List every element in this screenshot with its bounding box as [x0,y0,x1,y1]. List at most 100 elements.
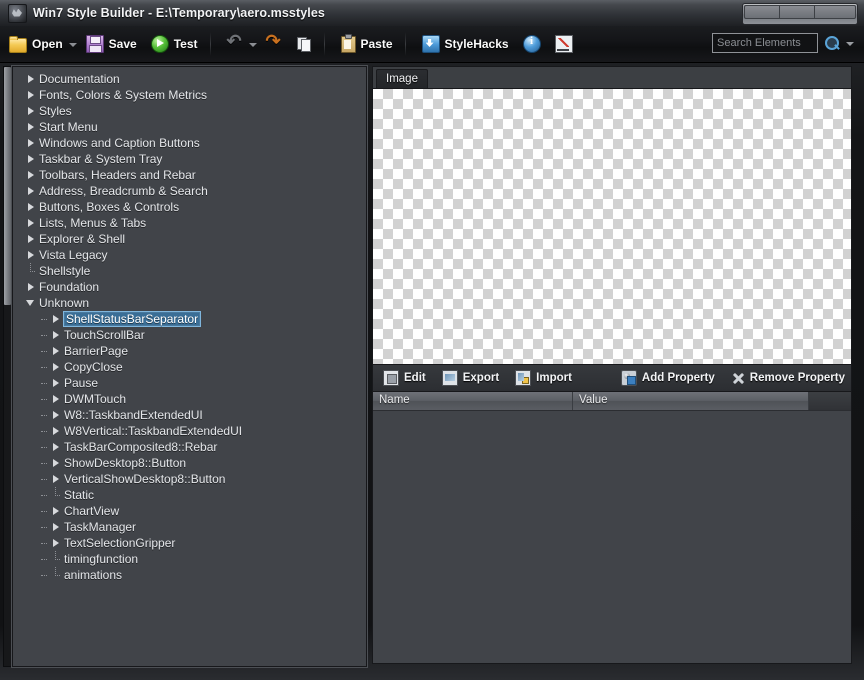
search-dropdown-icon[interactable] [844,35,856,51]
tree-item[interactable]: Taskbar & System Tray [13,151,366,167]
tree-connector [41,503,48,519]
tree-item[interactable]: Buttons, Boxes & Controls [13,199,366,215]
tree-item-label: Vista Legacy [39,248,108,262]
tree-scrollbar-thumb[interactable] [4,67,11,305]
tree-item[interactable]: TaskBarComposited8::Rebar [13,439,366,455]
remove-property-button[interactable]: Remove Property [725,368,851,388]
save-button[interactable]: Save [81,30,142,58]
tree-item[interactable]: Windows and Caption Buttons [13,135,366,151]
maximize-button[interactable] [779,5,814,19]
chart-button[interactable] [550,30,578,58]
test-button[interactable]: Test [146,30,203,58]
chevron-right-icon[interactable] [48,439,64,455]
tree-scrollbar[interactable] [3,66,12,667]
tree-item[interactable]: Address, Breadcrumb & Search [13,183,366,199]
chevron-right-icon[interactable] [48,359,64,375]
tree-connector [41,311,48,327]
chevron-right-icon[interactable] [48,503,64,519]
chevron-right-icon[interactable] [48,311,64,327]
info-button[interactable] [518,30,546,58]
chevron-right-icon[interactable] [23,279,39,295]
chevron-right-icon[interactable] [23,135,39,151]
chevron-right-icon[interactable] [48,423,64,439]
tree-item[interactable]: Documentation [13,71,366,87]
tree-item-label: Address, Breadcrumb & Search [39,184,208,198]
import-button[interactable]: Import [509,368,578,388]
edit-button[interactable]: Edit [377,368,432,388]
tree-item[interactable]: Toolbars, Headers and Rebar [13,167,366,183]
tree-item[interactable]: ShellStatusBarSeparator [13,311,366,327]
chevron-right-icon[interactable] [48,471,64,487]
tree-item[interactable]: TextSelectionGripper [13,535,366,551]
tree-item[interactable]: Unknown [13,295,366,311]
tree-item[interactable]: VerticalShowDesktop8::Button [13,471,366,487]
tree-item[interactable]: Pause [13,375,366,391]
tree-item[interactable]: DWMTouch [13,391,366,407]
chevron-down-icon[interactable] [23,295,39,311]
tree-item[interactable]: ChartView [13,503,366,519]
column-header-value[interactable]: Value [573,392,809,410]
chevron-right-icon[interactable] [23,71,39,87]
undo-button[interactable] [222,30,248,58]
tree-item[interactable]: Fonts, Colors & System Metrics [13,87,366,103]
tree-item[interactable]: TaskManager [13,519,366,535]
chevron-right-icon[interactable] [23,103,39,119]
undo-dropdown-icon[interactable] [248,36,257,52]
tree-item-label: DWMTouch [64,392,127,406]
close-button[interactable] [814,5,856,19]
chevron-right-icon[interactable] [48,375,64,391]
chevron-right-icon[interactable] [48,407,64,423]
chevron-right-icon[interactable] [23,87,39,103]
tree-item[interactable]: Styles [13,103,366,119]
tree-item[interactable]: ShowDesktop8::Button [13,455,366,471]
chevron-right-icon[interactable] [23,247,39,263]
minimize-button[interactable] [744,5,779,19]
tree-item[interactable]: Start Menu [13,119,366,135]
chevron-right-icon[interactable] [23,119,39,135]
tree-item[interactable]: W8::TaskbandExtendedUI [13,407,366,423]
tree-item[interactable]: BarrierPage [13,343,366,359]
chevron-right-icon[interactable] [23,199,39,215]
column-header-name[interactable]: Name [373,392,573,410]
image-preview[interactable] [372,88,852,365]
tree-item[interactable]: timingfunction [13,551,366,567]
chevron-right-icon[interactable] [23,167,39,183]
tree-item[interactable]: Lists, Menus & Tabs [13,215,366,231]
tree-item[interactable]: Explorer & Shell [13,231,366,247]
tab-image[interactable]: Image [376,69,428,90]
export-button[interactable]: Export [436,368,505,388]
tree-item[interactable]: animations [13,567,366,583]
element-tree-panel[interactable]: Documentation Fonts, Colors & System Metr… [12,66,367,667]
chevron-right-icon[interactable] [48,391,64,407]
chevron-right-icon[interactable] [48,519,64,535]
property-grid[interactable]: Name Value [372,391,852,664]
add-property-button[interactable]: Add Property [615,368,721,388]
tree-item[interactable]: Shellstyle [13,263,366,279]
chevron-right-icon[interactable] [23,215,39,231]
toolbar-separator-3 [404,32,406,56]
tree-item[interactable]: Static [13,487,366,503]
tree-item[interactable]: TouchScrollBar [13,327,366,343]
search-icon[interactable] [824,35,841,52]
chevron-right-icon[interactable] [48,327,64,343]
tree-item-label: ShowDesktop8::Button [64,456,187,470]
tree-item[interactable]: W8Vertical::TaskbandExtendedUI [13,423,366,439]
stylehacks-button[interactable]: StyleHacks [417,30,514,58]
copy-button[interactable] [291,30,317,58]
chevron-right-icon[interactable] [48,343,64,359]
tree-item[interactable]: CopyClose [13,359,366,375]
chevron-right-icon[interactable] [23,231,39,247]
property-grid-body[interactable] [373,411,851,663]
tree-item[interactable]: Foundation [13,279,366,295]
redo-button[interactable] [261,30,287,58]
search-input[interactable] [712,33,818,53]
chevron-right-icon[interactable] [23,151,39,167]
chevron-right-icon[interactable] [48,535,64,551]
tree-connector [41,567,48,583]
chevron-right-icon[interactable] [48,455,64,471]
open-button[interactable]: Open [4,30,68,58]
paste-button[interactable]: Paste [336,30,398,58]
open-dropdown-icon[interactable] [68,36,77,52]
chevron-right-icon[interactable] [23,183,39,199]
tree-item[interactable]: Vista Legacy [13,247,366,263]
